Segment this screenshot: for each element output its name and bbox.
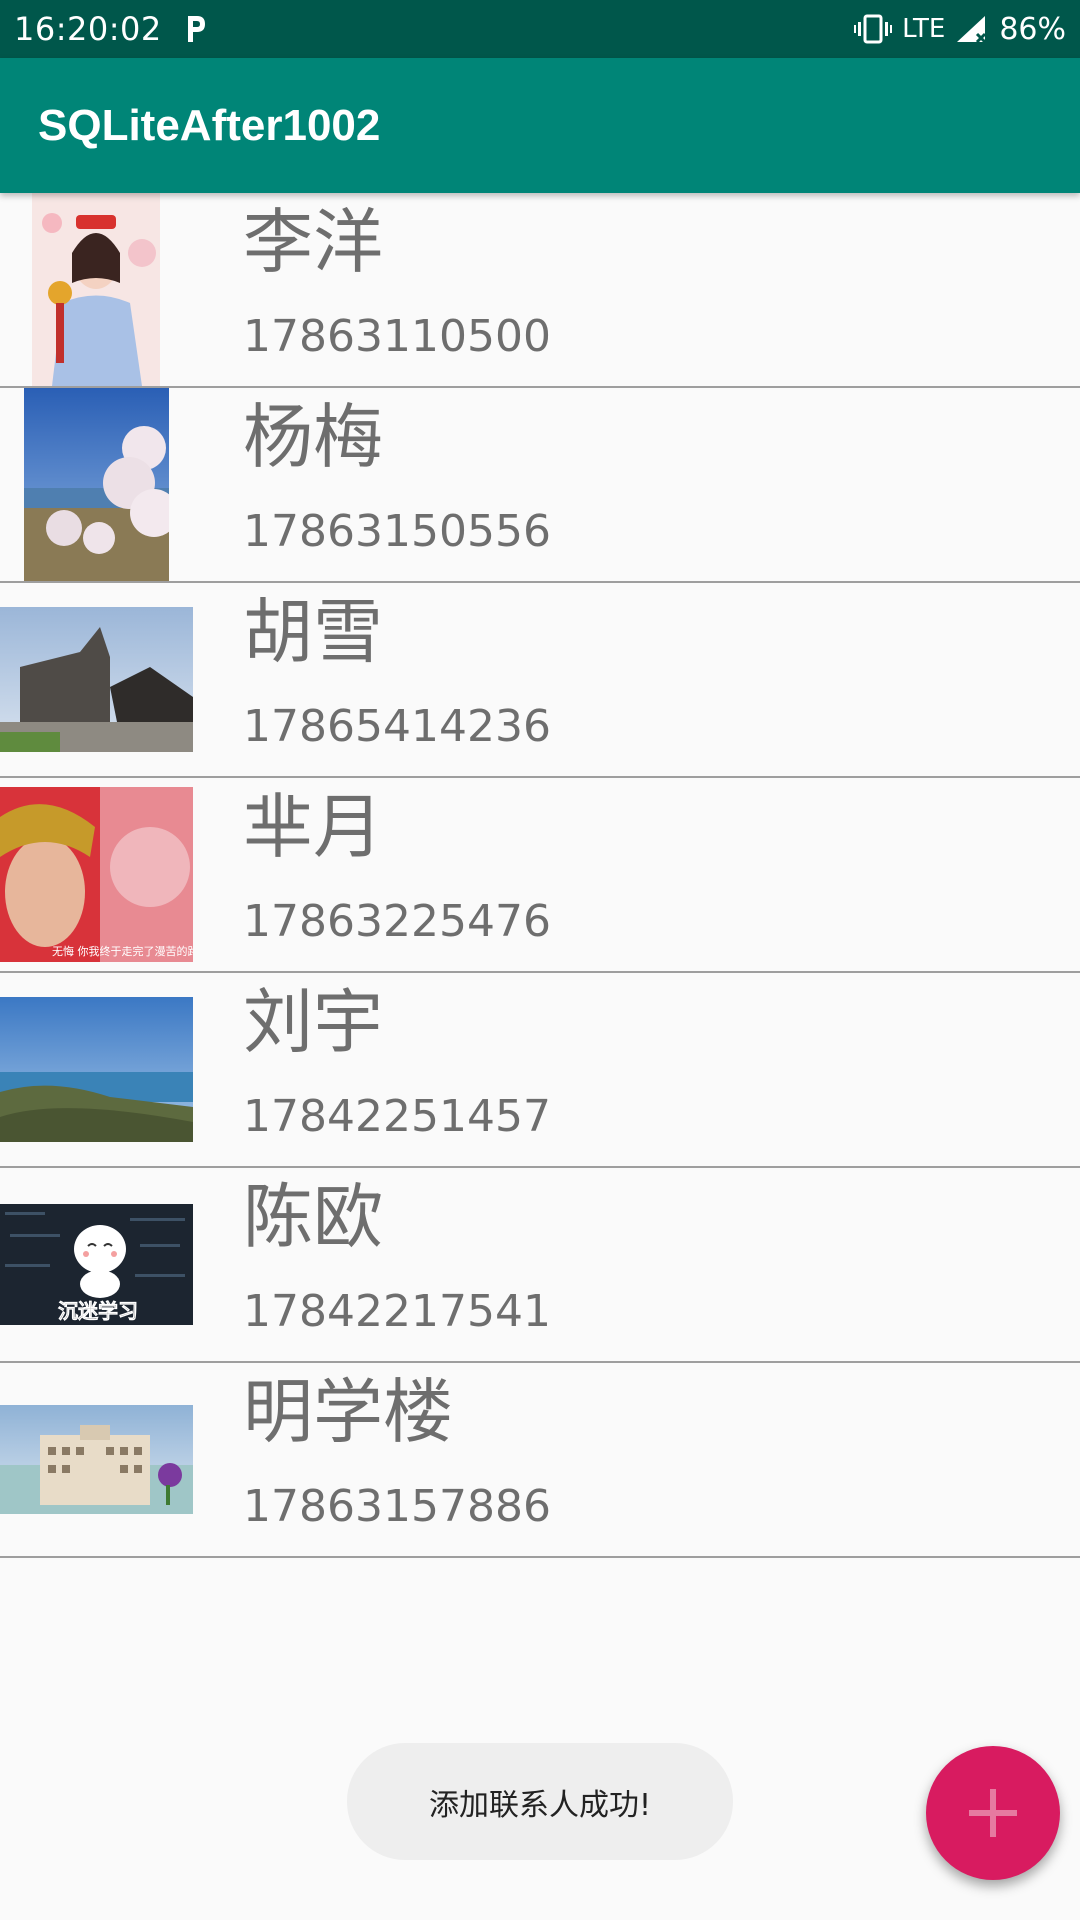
- contact-row[interactable]: 无悔 你我终于走完了漫苦的路 芈月 17863225476: [0, 778, 1080, 973]
- contact-list: 李洋 17863110500 杨梅 17863150556 胡雪 1786541…: [0, 193, 1080, 1558]
- cartoon-caption: 沉迷学习: [58, 1299, 138, 1323]
- parking-notification-icon: [187, 16, 205, 42]
- contact-name: 刘宇: [243, 981, 383, 1063]
- app-bar: SQLiteAfter1002: [0, 58, 1080, 193]
- contact-phone: 17863225476: [243, 896, 551, 947]
- contact-photo-blossom-sea: [24, 388, 169, 581]
- battery-level: 86%: [999, 11, 1066, 47]
- toast-message: 添加联系人成功!: [347, 1743, 733, 1860]
- contact-phone: 17863157886: [243, 1481, 551, 1532]
- network-type: LTE: [902, 14, 946, 44]
- contact-name: 胡雪: [243, 591, 383, 673]
- contact-photo-memorial-building: [0, 607, 193, 752]
- add-contact-button[interactable]: [926, 1746, 1060, 1880]
- contact-phone: 17842251457: [243, 1091, 551, 1142]
- plus-icon: [969, 1789, 1017, 1837]
- contact-photo-coast: [0, 997, 193, 1142]
- status-bar: 16:20:02 LTE 86%: [0, 0, 1080, 58]
- app-title: SQLiteAfter1002: [38, 100, 381, 150]
- contact-photo-building: [0, 1405, 193, 1514]
- contact-row[interactable]: 刘宇 17842251457: [0, 973, 1080, 1168]
- contact-row[interactable]: 明学楼 17863157886: [0, 1363, 1080, 1558]
- contact-photo-cartoon: 沉迷学习: [0, 1204, 193, 1325]
- drama-caption: 无悔 你我终于走完了漫苦的路: [52, 944, 193, 958]
- contact-photo-girl-costume: [32, 193, 160, 386]
- contact-name: 芈月: [243, 786, 383, 868]
- status-time: 16:20:02: [14, 10, 162, 48]
- contact-phone: 17842217541: [243, 1286, 551, 1337]
- contact-row[interactable]: 李洋 17863110500: [0, 193, 1080, 388]
- contact-name: 李洋: [243, 201, 383, 283]
- contact-name: 杨梅: [243, 396, 383, 478]
- contact-name: 陈欧: [243, 1176, 383, 1258]
- contact-phone: 17865414236: [243, 701, 551, 752]
- toast-text: 添加联系人成功!: [428, 1787, 652, 1823]
- contact-row[interactable]: 杨梅 17863150556: [0, 388, 1080, 583]
- signal-icon: [957, 16, 987, 44]
- contact-phone: 17863150556: [243, 506, 551, 557]
- status-indicators: LTE 86%: [854, 12, 1066, 47]
- contact-photo-drama-still: 无悔 你我终于走完了漫苦的路: [0, 787, 193, 962]
- contact-row[interactable]: 沉迷学习 陈欧 17842217541: [0, 1168, 1080, 1363]
- vibrate-icon: [854, 14, 893, 44]
- contact-phone: 17863110500: [243, 311, 551, 362]
- contact-row[interactable]: 胡雪 17865414236: [0, 583, 1080, 778]
- contact-name: 明学楼: [243, 1371, 453, 1453]
